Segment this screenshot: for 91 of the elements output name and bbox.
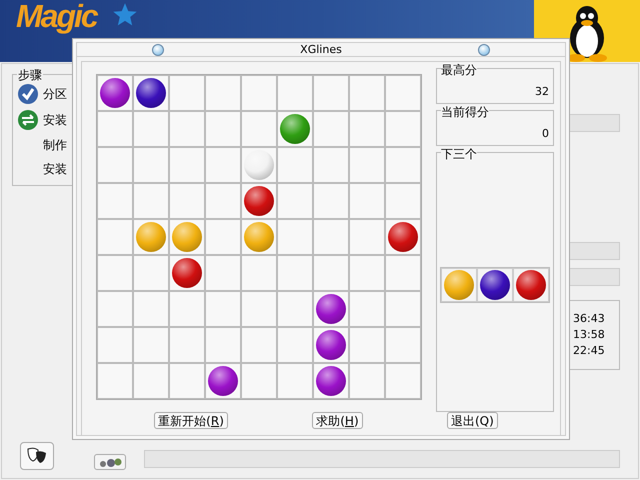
board-cell[interactable] (97, 219, 133, 255)
board-cell[interactable] (313, 255, 349, 291)
board-cell[interactable] (385, 291, 421, 327)
board-cell[interactable] (349, 291, 385, 327)
board-cell[interactable] (133, 291, 169, 327)
board-cell[interactable] (97, 111, 133, 147)
board-cell[interactable] (97, 363, 133, 399)
board-cell[interactable] (97, 327, 133, 363)
board-cell[interactable] (277, 147, 313, 183)
board-cell[interactable] (205, 219, 241, 255)
time-text: 36:43 (573, 311, 606, 327)
board-cell[interactable] (169, 327, 205, 363)
board-cell[interactable] (349, 255, 385, 291)
board-cell[interactable] (313, 147, 349, 183)
board-cell[interactable] (169, 75, 205, 111)
board-cell[interactable] (133, 183, 169, 219)
window-button[interactable] (152, 44, 164, 56)
board-cell[interactable] (205, 327, 241, 363)
board-cell[interactable] (385, 75, 421, 111)
board-cell[interactable] (97, 291, 133, 327)
group-title: 步骤 (17, 67, 43, 84)
board-cell[interactable] (277, 291, 313, 327)
board-cell[interactable] (205, 291, 241, 327)
masks-icon (26, 447, 48, 465)
score-value: 0 (541, 127, 549, 140)
board-cell[interactable] (169, 291, 205, 327)
board-cell[interactable] (385, 183, 421, 219)
board-cell[interactable] (277, 75, 313, 111)
board-cell[interactable] (277, 327, 313, 363)
score-label: 最高分 (441, 62, 477, 79)
board-cell[interactable] (205, 255, 241, 291)
board-cell[interactable] (241, 327, 277, 363)
board-cell[interactable] (169, 147, 205, 183)
star-icon (112, 2, 138, 28)
board-cell[interactable] (205, 75, 241, 111)
board-cell[interactable] (97, 147, 133, 183)
game-button[interactable]: 退出(Q) (446, 412, 498, 429)
window-button[interactable] (478, 44, 490, 56)
board-cell[interactable] (385, 363, 421, 399)
board-cell[interactable] (133, 255, 169, 291)
board-cell[interactable] (385, 327, 421, 363)
board-cell[interactable] (205, 183, 241, 219)
board-cell[interactable] (133, 147, 169, 183)
logo: Magic (16, 0, 97, 35)
board-cell[interactable] (349, 147, 385, 183)
board-cell[interactable] (241, 255, 277, 291)
board-cell[interactable] (277, 219, 313, 255)
score-value: 32 (534, 85, 549, 98)
step-label: 制作 (43, 136, 67, 154)
game-button[interactable]: 求助(H) (312, 412, 363, 429)
board-cell[interactable] (205, 147, 241, 183)
board-cell[interactable] (313, 111, 349, 147)
gears-button[interactable] (94, 454, 126, 470)
board-cell[interactable] (169, 363, 205, 399)
step-label: 安装 (43, 112, 67, 128)
game-button[interactable]: 重新开始(R) (154, 412, 228, 429)
board-cell[interactable] (313, 219, 349, 255)
board-cell[interactable] (133, 363, 169, 399)
board-cell[interactable] (277, 183, 313, 219)
board-cell[interactable] (349, 75, 385, 111)
board-cell[interactable] (277, 255, 313, 291)
board-cell[interactable] (241, 291, 277, 327)
board-cell[interactable] (349, 327, 385, 363)
board-cell[interactable] (169, 111, 205, 147)
board-cell[interactable] (133, 111, 169, 147)
board-cell[interactable] (385, 147, 421, 183)
board-cell[interactable] (349, 183, 385, 219)
theater-button[interactable] (20, 442, 54, 470)
step-label: 分区 (43, 86, 67, 102)
board-cell[interactable] (313, 75, 349, 111)
board-cell[interactable] (133, 327, 169, 363)
board-cell[interactable] (349, 111, 385, 147)
time-text: 22:45 (573, 343, 606, 359)
board-cell[interactable] (97, 183, 133, 219)
board-cell[interactable] (385, 111, 421, 147)
board-cell[interactable] (169, 183, 205, 219)
board-cell[interactable] (349, 363, 385, 399)
board-cell[interactable] (241, 363, 277, 399)
gears-icon (98, 456, 122, 468)
score-label: 当前得分 (441, 104, 489, 121)
time-text: 13:58 (573, 327, 606, 343)
board-cell[interactable] (277, 363, 313, 399)
board-cell[interactable] (97, 255, 133, 291)
board-cell[interactable] (313, 183, 349, 219)
board-cell[interactable] (241, 75, 277, 111)
board-cell[interactable] (205, 111, 241, 147)
step-label: 安装 (43, 160, 67, 178)
board-cell[interactable] (241, 111, 277, 147)
window-title: XGlines (300, 43, 342, 56)
board-cell[interactable] (349, 219, 385, 255)
board-cell[interactable] (385, 255, 421, 291)
